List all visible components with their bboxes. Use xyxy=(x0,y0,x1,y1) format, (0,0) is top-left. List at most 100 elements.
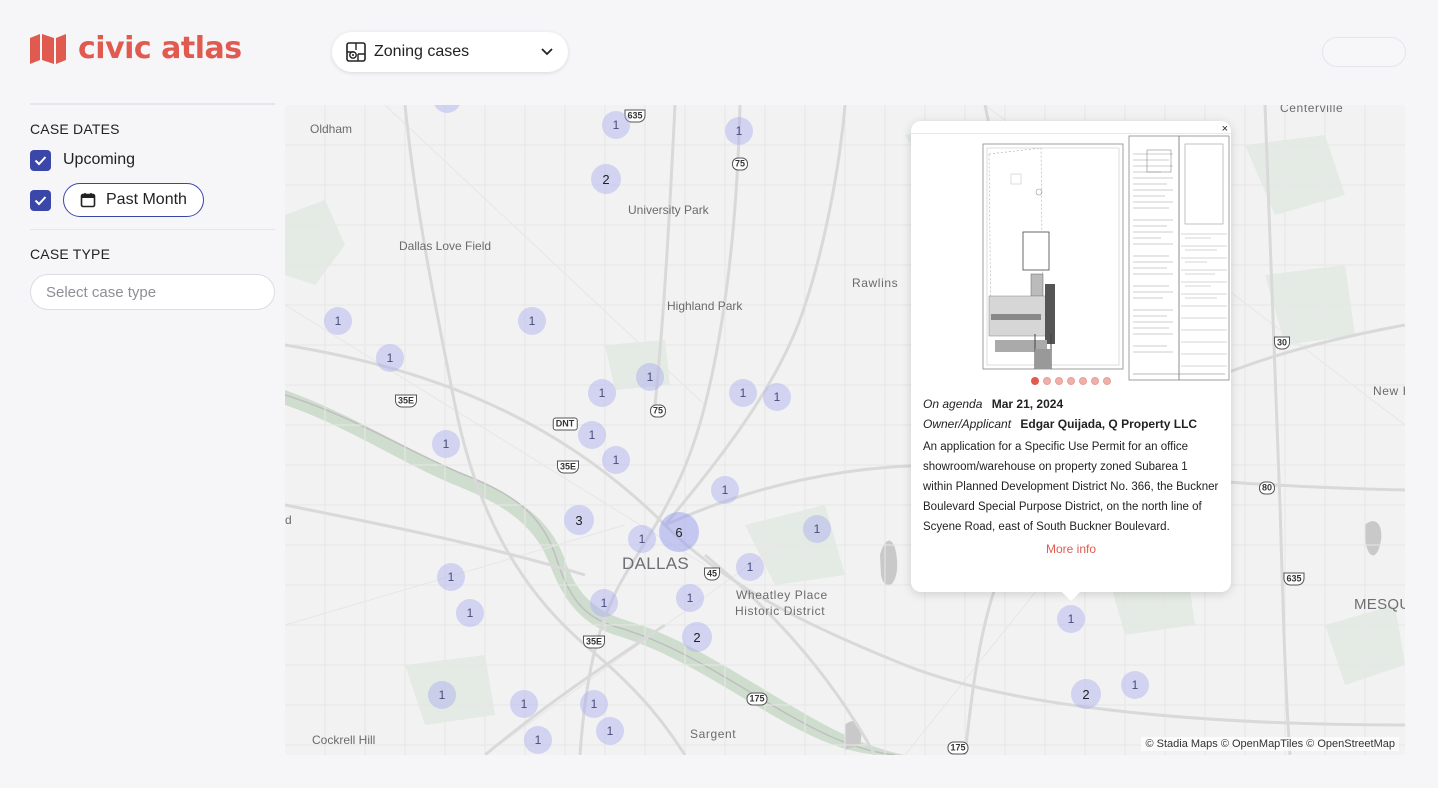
case-cluster[interactable]: 1 xyxy=(376,344,404,372)
carousel-dot[interactable] xyxy=(1079,377,1087,385)
case-cluster[interactable]: 1 xyxy=(428,681,456,709)
map-canvas[interactable]: Oldham University Park Dallas Love Field… xyxy=(285,105,1405,755)
case-cluster[interactable]: 1 xyxy=(510,690,538,718)
highway-shield-75: 75 xyxy=(649,404,667,418)
checkmark-icon xyxy=(34,155,47,165)
label-dallas: DALLAS xyxy=(622,554,690,573)
highway-shield-80: 80 xyxy=(1258,481,1276,495)
site-plan-image[interactable] xyxy=(911,133,1231,384)
layer-select-value: Zoning cases xyxy=(374,43,470,60)
case-cluster[interactable]: 6 xyxy=(659,512,699,552)
highway-shield-635: 635 xyxy=(1283,572,1305,586)
case-cluster[interactable]: 1 xyxy=(456,599,484,627)
label-highland-park: Highland Park xyxy=(667,299,743,313)
label-centerville: Centerville xyxy=(1280,105,1344,115)
app-name: civic atlas xyxy=(78,31,242,66)
case-cluster[interactable]: 1 xyxy=(602,111,630,139)
case-type-title: CASE TYPE xyxy=(30,246,111,262)
label-university-park: University Park xyxy=(628,203,709,217)
highway-shield-175: 175 xyxy=(947,741,969,755)
label-oldham: Oldham xyxy=(310,122,353,136)
case-cluster[interactable]: 1 xyxy=(590,589,618,617)
label-new-hope: New H xyxy=(1373,384,1405,398)
case-cluster[interactable]: 1 xyxy=(725,117,753,145)
highway-shield-35e: 35E xyxy=(394,394,418,408)
account-button[interactable] xyxy=(1322,37,1406,67)
case-cluster[interactable]: 2 xyxy=(682,622,712,652)
layer-select[interactable]: Zoning cases xyxy=(332,32,568,72)
map-marker-grid-icon xyxy=(346,42,366,62)
case-cluster[interactable]: 1 xyxy=(518,307,546,335)
case-cluster[interactable]: 1 xyxy=(729,379,757,407)
map-logo-icon xyxy=(30,34,66,64)
past-month-label: Past Month xyxy=(106,191,187,208)
label-edge: d xyxy=(285,513,292,527)
carousel-dot[interactable] xyxy=(1055,377,1063,385)
more-info-link[interactable]: More info xyxy=(923,542,1219,556)
owner-value: Edgar Quijada, Q Property LLC xyxy=(1020,417,1198,431)
past-month-button[interactable]: Past Month xyxy=(63,183,204,217)
carousel-dot[interactable] xyxy=(1043,377,1051,385)
chevron-down-icon xyxy=(541,48,553,56)
checkmark-icon xyxy=(34,195,47,205)
case-cluster[interactable]: 1 xyxy=(602,446,630,474)
label-wheatley-place: Wheatley Place xyxy=(736,588,828,602)
filter-sidebar: CASE DATES Upcoming Past Month CASE TYPE xyxy=(30,103,275,310)
app-logo[interactable]: civic atlas xyxy=(30,34,242,64)
highway-shield-175: 175 xyxy=(746,692,768,706)
case-cluster[interactable]: 2 xyxy=(591,164,621,194)
case-cluster[interactable]: 1 xyxy=(580,690,608,718)
highway-shield-dnt: DNT xyxy=(552,417,578,431)
upcoming-filter[interactable]: Upcoming xyxy=(30,149,275,171)
highway-shield-35e: 35E xyxy=(556,460,580,474)
highway-shield-35e: 35E xyxy=(582,635,606,649)
case-cluster[interactable]: 1 xyxy=(803,515,831,543)
carousel-dot[interactable] xyxy=(1067,377,1075,385)
case-cluster[interactable]: 3 xyxy=(564,505,594,535)
past-month-checkbox[interactable] xyxy=(30,189,51,211)
case-cluster[interactable]: 1 xyxy=(763,383,791,411)
carousel-dot[interactable] xyxy=(1031,377,1039,385)
case-cluster[interactable]: 1 xyxy=(588,379,616,407)
image-carousel-dots xyxy=(911,377,1231,385)
agenda-key: On agenda xyxy=(923,397,983,411)
case-cluster[interactable]: 1 xyxy=(1057,605,1085,633)
map-attribution[interactable]: © Stadia Maps © OpenMapTiles © OpenStree… xyxy=(1141,737,1399,751)
case-cluster[interactable]: 2 xyxy=(1071,679,1101,709)
case-dates-title: CASE DATES xyxy=(30,121,120,137)
owner-row: Owner/Applicant Edgar Quijada, Q Propert… xyxy=(923,414,1219,434)
case-cluster[interactable]: 1 xyxy=(628,525,656,553)
highway-shield-30: 30 xyxy=(1273,336,1291,350)
owner-key: Owner/Applicant xyxy=(923,417,1012,431)
label-cockrell-hill: Cockrell Hill xyxy=(312,733,376,747)
case-cluster[interactable]: 1 xyxy=(1121,671,1149,699)
case-type-input[interactable] xyxy=(30,274,275,310)
case-popup: × On agenda Mar 21, 2024 Owner/Applicant… xyxy=(911,121,1231,601)
case-cluster[interactable]: 1 xyxy=(736,553,764,581)
case-cluster[interactable]: 1 xyxy=(437,563,465,591)
divider xyxy=(30,103,275,105)
case-cluster[interactable]: 1 xyxy=(578,421,606,449)
divider xyxy=(30,229,275,230)
label-historic-district: Historic District xyxy=(735,604,826,618)
label-dallas-love-field: Dallas Love Field xyxy=(399,239,492,253)
label-rawlins: Rawlins xyxy=(852,276,899,290)
past-month-filter[interactable]: Past Month xyxy=(30,183,275,217)
case-cluster[interactable]: 1 xyxy=(524,726,552,754)
map-basemap xyxy=(285,105,1405,755)
case-cluster[interactable]: 1 xyxy=(432,430,460,458)
case-description: An application for a Specific Use Permit… xyxy=(923,441,1219,533)
case-cluster[interactable]: 1 xyxy=(676,584,704,612)
case-cluster[interactable]: 1 xyxy=(636,363,664,391)
carousel-dot[interactable] xyxy=(1091,377,1099,385)
highway-shield-45: 45 xyxy=(703,567,721,581)
upcoming-checkbox[interactable] xyxy=(30,149,51,171)
case-cluster[interactable]: 1 xyxy=(324,307,352,335)
agenda-date: Mar 21, 2024 xyxy=(991,397,1064,411)
case-cluster[interactable]: 1 xyxy=(596,717,624,745)
highway-shield-75: 75 xyxy=(731,157,749,171)
label-mesquite: MESQU xyxy=(1354,596,1405,613)
carousel-dot[interactable] xyxy=(1103,377,1111,385)
site-plan-drawing xyxy=(911,134,1231,384)
case-cluster[interactable]: 1 xyxy=(711,476,739,504)
